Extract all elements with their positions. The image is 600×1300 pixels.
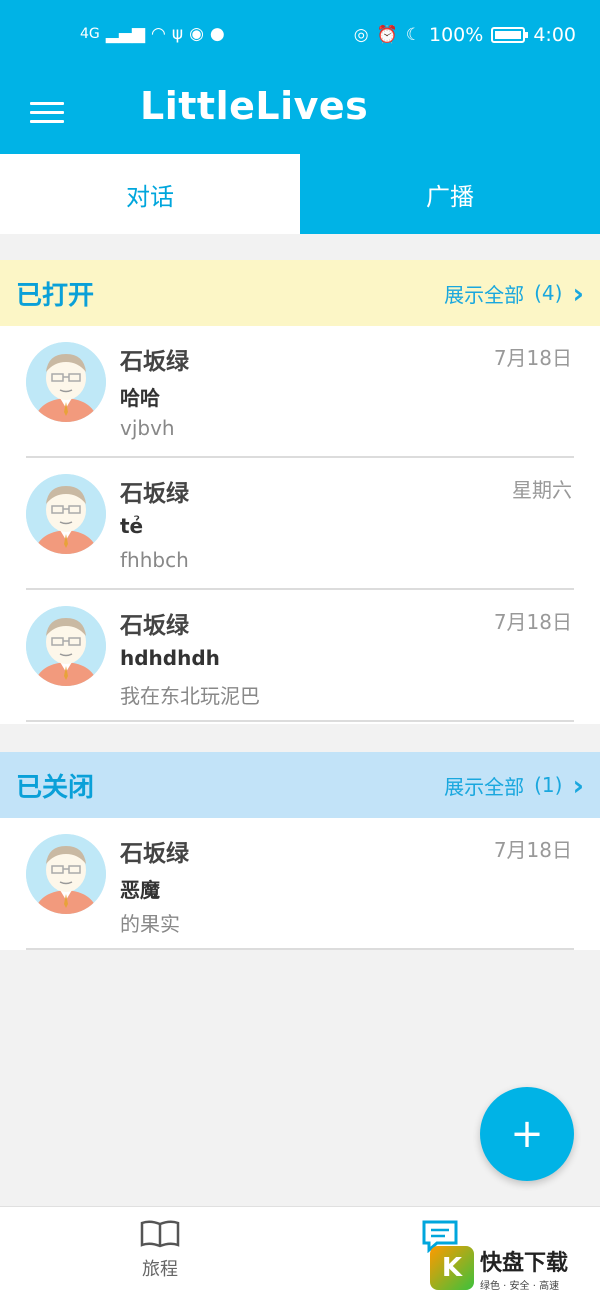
show-all-count: (4): [534, 281, 563, 305]
sender-name: 石坂绿: [120, 349, 189, 375]
message-preview: 的果实: [120, 912, 180, 936]
app-notification-icon: ◉: [189, 24, 204, 44]
message-subject: hdhdhdh: [120, 646, 220, 670]
tab-bar: 对话 广播: [0, 154, 600, 234]
status-left-icons: 4G ▂▄▆ ◠ ψ ◉ ●: [80, 24, 225, 44]
message-subject: 哈哈: [120, 386, 160, 410]
wifi-icon: ◠: [151, 24, 166, 44]
closed-conversation-list: 石坂绿 恶魔 的果实 7月18日: [0, 818, 600, 950]
message-date: 星期六: [512, 478, 572, 502]
sender-name: 石坂绿: [120, 613, 189, 639]
message-subject: 恶魔: [120, 878, 160, 902]
signal-icon: ▂▄▆: [105, 24, 145, 44]
alarm-icon: ⏰: [376, 25, 398, 45]
list-item[interactable]: 石坂绿 tẻ fhhbch 星期六: [0, 458, 600, 590]
sender-name: 石坂绿: [120, 841, 189, 867]
wechat-icon: ●: [209, 24, 225, 44]
message-preview: vjbvh: [120, 416, 175, 440]
avatar: [26, 834, 106, 914]
message-preview: 我在东北玩泥巴: [120, 684, 260, 708]
moon-icon: ☾: [405, 25, 421, 45]
sender-name: 石坂绿: [120, 481, 189, 507]
battery-percent: 100%: [429, 24, 484, 46]
section-title-closed: 已关闭: [16, 772, 95, 803]
divider: [26, 720, 574, 722]
watermark-logo: K 快盘下载 绿色 · 安全 · 高速: [430, 1240, 600, 1296]
eye-icon: ◎: [353, 25, 369, 45]
chevron-right-icon: ›: [572, 276, 584, 310]
section-header-closed: 已关闭 展示全部 (1) ›: [0, 752, 600, 818]
menu-icon[interactable]: [30, 96, 64, 130]
show-all-label: 展示全部: [444, 282, 525, 307]
section-title-open: 已打开: [16, 280, 95, 311]
show-all-label: 展示全部: [444, 774, 525, 799]
tab-conversations[interactable]: 对话: [0, 154, 300, 234]
section-header-open: 已打开 展示全部 (4) ›: [0, 260, 600, 326]
clock: 4:00: [533, 24, 576, 46]
battery-icon: [491, 27, 529, 43]
book-icon: [140, 1220, 180, 1248]
network-type: 4G: [80, 26, 100, 42]
chevron-right-icon: ›: [572, 768, 584, 802]
usb-icon: ψ: [171, 24, 184, 44]
status-right-icons: ◎ ⏰ ☾ 100% 4:00: [354, 24, 576, 46]
new-message-button[interactable]: +: [480, 1087, 574, 1181]
message-date: 7月18日: [493, 610, 572, 634]
nav-label: 旅程: [142, 1259, 178, 1280]
app-bar: LittleLives: [0, 76, 600, 154]
avatar: [26, 342, 106, 422]
list-item[interactable]: 石坂绿 哈哈 vjbvh 7月18日: [0, 326, 600, 458]
app-title: LittleLives: [140, 84, 369, 128]
list-item[interactable]: 石坂绿 hdhdhdh 我在东北玩泥巴 7月18日: [0, 590, 600, 722]
list-item[interactable]: 石坂绿 恶魔 的果实 7月18日: [0, 818, 600, 950]
show-all-open-link[interactable]: 展示全部 (4) ›: [444, 277, 584, 310]
tab-broadcast[interactable]: 广播: [300, 154, 600, 234]
watermark-title: 快盘下载: [480, 1250, 569, 1276]
watermark-mark: K: [430, 1246, 474, 1290]
show-all-closed-link[interactable]: 展示全部 (1) ›: [444, 769, 584, 802]
watermark-text: 快盘下载 绿色 · 安全 · 高速: [480, 1245, 568, 1292]
message-date: 7月18日: [493, 838, 572, 862]
nav-journey[interactable]: 旅程: [100, 1219, 220, 1281]
status-bar: 4G ▂▄▆ ◠ ψ ◉ ● ◎ ⏰ ☾ 100% 4:00: [0, 0, 600, 76]
avatar: [26, 606, 106, 686]
avatar: [26, 474, 106, 554]
watermark-subtitle: 绿色 · 安全 · 高速: [480, 1280, 560, 1292]
message-subject: tẻ: [120, 514, 144, 538]
open-conversation-list: 石坂绿 哈哈 vjbvh 7月18日 石坂绿 tẻ fhhbch 星期六 石坂绿…: [0, 326, 600, 724]
show-all-count: (1): [534, 773, 563, 797]
message-preview: fhhbch: [120, 548, 189, 572]
plus-icon: +: [510, 1111, 544, 1157]
divider: [26, 948, 574, 950]
message-date: 7月18日: [493, 346, 572, 370]
